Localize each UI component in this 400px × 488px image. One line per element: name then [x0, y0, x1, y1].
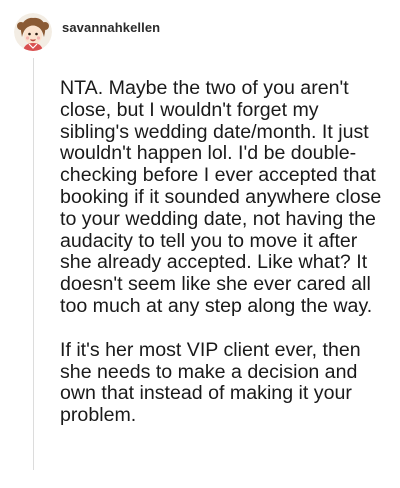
comment-header: savannahkellen: [14, 12, 160, 52]
comment-paragraph-2: If it's her most VIP client ever, then s…: [60, 338, 361, 427]
username-link[interactable]: savannahkellen: [62, 20, 160, 35]
comment-body: NTA. Maybe the two of you aren't close, …: [60, 77, 390, 427]
comment-paragraph-1: NTA. Maybe the two of you aren't close, …: [60, 77, 382, 317]
thread-line: [33, 58, 34, 470]
cartoon-girl-avatar-icon[interactable]: [14, 13, 52, 51]
comment-card: savannahkellen NTA. Maybe the two of you…: [0, 0, 400, 488]
